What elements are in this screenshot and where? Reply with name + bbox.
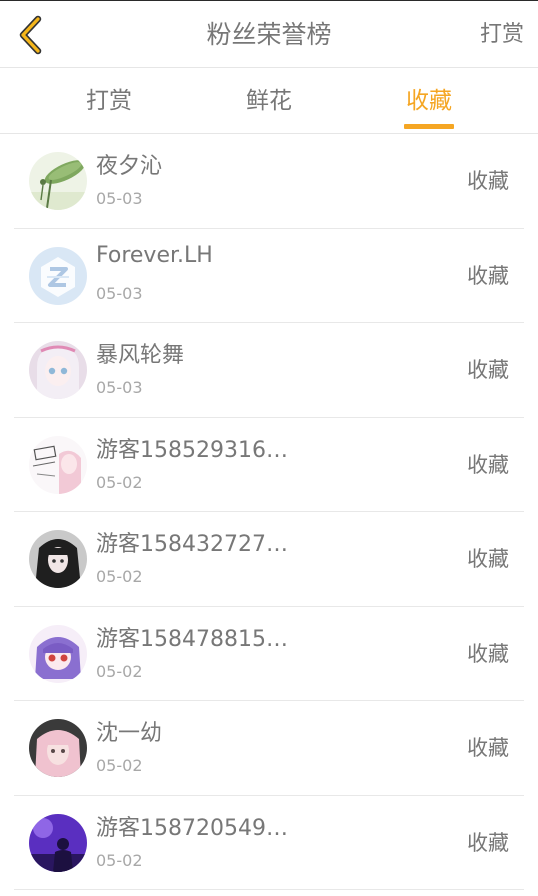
- list-item[interactable]: 夜夕沁 05-03 收藏: [0, 134, 538, 229]
- fan-action-label: 收藏: [467, 452, 509, 477]
- fan-action-label: 收藏: [467, 358, 509, 382]
- fan-name: 暴风轮舞: [96, 343, 185, 368]
- fan-action-label: 收藏: [467, 263, 509, 288]
- fan-action-label: 收藏: [467, 736, 509, 760]
- reward-link[interactable]: 打赏: [480, 1, 524, 69]
- fan-date: 05-02: [96, 472, 143, 492]
- top-bar: 粉丝荣誉榜 打赏: [0, 0, 538, 68]
- list-item[interactable]: 游客158432727… 05-02 收藏: [0, 512, 538, 607]
- fan-name: 沈一幼: [96, 721, 163, 746]
- fan-date: 05-02: [96, 850, 143, 870]
- dark-hair-girl-avatar: [29, 530, 87, 588]
- fan-name: 游客158432727…: [96, 532, 288, 557]
- page-title: 粉丝荣誉榜: [206, 20, 332, 49]
- fan-name: Forever.LH: [96, 242, 213, 268]
- sketch-girl-avatar: [29, 435, 87, 494]
- fan-name: 游客158478815…: [96, 626, 288, 652]
- list-item[interactable]: 沈一幼 05-02 收藏: [0, 701, 538, 796]
- back-button[interactable]: [10, 13, 50, 57]
- lotus-leaf-avatar: [29, 152, 87, 210]
- fan-date: 05-03: [96, 283, 143, 303]
- active-tab-indicator: [404, 124, 454, 129]
- default-z-avatar: [29, 246, 87, 305]
- fan-date: 05-03: [96, 378, 143, 397]
- list-item[interactable]: 暴风轮舞 05-03 收藏: [0, 323, 538, 418]
- chevron-left-icon: [19, 15, 42, 55]
- fan-name: 夜夕沁: [96, 154, 163, 179]
- fan-action-label: 收藏: [467, 641, 509, 666]
- tab-reward[interactable]: 打赏: [49, 68, 169, 134]
- fan-list: 夜夕沁 05-03 收藏 Forever.LH 05-03 收藏 暴风轮舞 05…: [0, 134, 538, 890]
- fan-date: 05-03: [96, 189, 143, 208]
- pink-hair-girl-avatar: [29, 719, 87, 777]
- fan-date: 05-02: [96, 756, 143, 775]
- purple-hair-girl-avatar: [29, 624, 87, 683]
- fan-date: 05-02: [96, 567, 143, 586]
- list-item[interactable]: 游客158478815… 05-02 收藏: [0, 607, 538, 702]
- fan-action-label: 收藏: [467, 547, 509, 571]
- list-item[interactable]: Forever.LH 05-03 收藏: [0, 229, 538, 324]
- purple-stage-avatar: [29, 813, 87, 872]
- list-item[interactable]: 游客158529316… 05-02 收藏: [0, 418, 538, 513]
- fan-name: 游客158720549…: [96, 815, 288, 841]
- fan-date: 05-02: [96, 661, 143, 681]
- fan-action-label: 收藏: [467, 169, 509, 193]
- fan-action-label: 收藏: [467, 830, 509, 855]
- tab-bar: 打赏 鲜花 收藏: [0, 68, 538, 134]
- tab-flowers[interactable]: 鲜花: [209, 68, 329, 134]
- list-item[interactable]: 游客158720549… 05-02 收藏: [0, 796, 538, 891]
- fan-name: 游客158529316…: [96, 437, 288, 463]
- anime-girl-avatar: [29, 341, 87, 399]
